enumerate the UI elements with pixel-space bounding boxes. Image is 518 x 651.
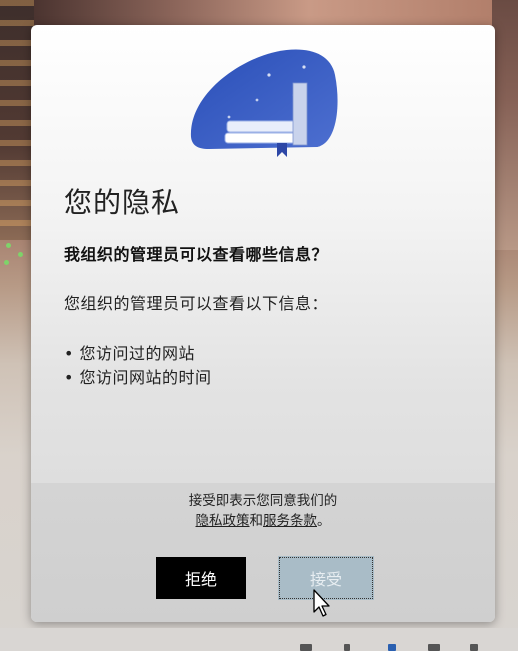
background-photo-left [0, 0, 34, 240]
taskbar-icon[interactable] [428, 644, 440, 651]
dialog-intro: 您组织的管理员可以查看以下信息： [64, 294, 329, 313]
dialog-title: 您的隐私 [64, 186, 181, 219]
taskbar-icon[interactable] [300, 644, 312, 651]
list-item: 您访问网站的时间 [64, 366, 212, 390]
dialog-footer: 接受即表示您同意我们的 隐私政策和服务条款。 拒绝 接受 [31, 483, 495, 622]
consent-text: 接受即表示您同意我们的 隐私政策和服务条款。 [31, 491, 495, 531]
period-text: 。 [317, 513, 331, 529]
list-item: 您访问过的网站 [64, 342, 212, 366]
mouse-cursor-icon [312, 588, 334, 618]
terms-of-service-link[interactable]: 服务条款 [263, 513, 317, 529]
visible-info-list: 您访问过的网站 您访问网站的时间 [64, 342, 212, 390]
dialog-question: 我组织的管理员可以查看哪些信息？ [64, 245, 329, 264]
taskbar-icon[interactable] [344, 644, 350, 651]
taskbar-icon[interactable] [470, 644, 478, 651]
book-blob-illustration [189, 45, 339, 157]
consent-line: 接受即表示您同意我们的 [188, 493, 338, 509]
conjunction-text: 和 [249, 513, 264, 529]
background-photo-right [492, 0, 518, 250]
privacy-dialog: 您的隐私 我组织的管理员可以查看哪些信息？ 您组织的管理员可以查看以下信息： 您… [31, 25, 495, 622]
taskbar-icon[interactable] [388, 644, 396, 651]
taskbar [0, 628, 518, 651]
privacy-policy-link[interactable]: 隐私政策 [196, 513, 250, 529]
decline-button[interactable]: 拒绝 [156, 557, 246, 599]
